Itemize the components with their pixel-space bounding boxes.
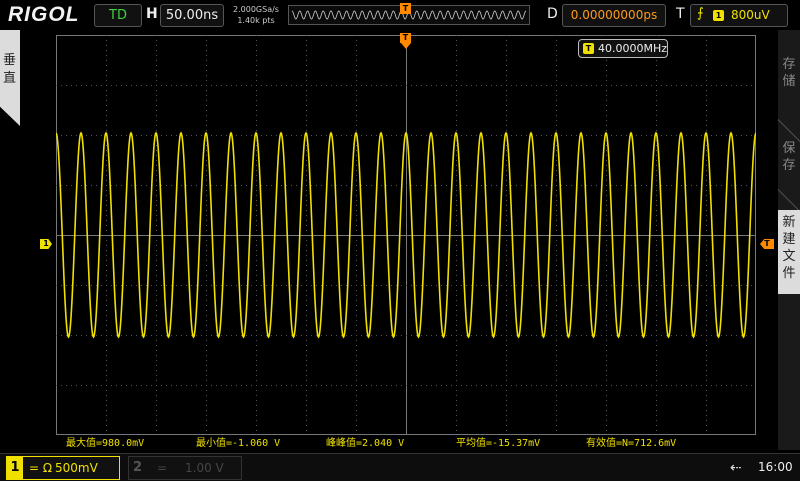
channel-1-coupling: = Ω [29, 461, 53, 475]
frequency-value: 40.0000MHz [598, 42, 668, 55]
top-status-bar: RIGOL TD H 50.00ns 2.000GSa/s 1.40k pts … [0, 0, 800, 30]
measurement-bar: 最大值=980.0mV 最小值=-1.060 V 峰峰值=2.040 V 平均值… [0, 436, 800, 452]
memory-depth: 1.40k pts [237, 16, 275, 25]
measurement-vpp: 峰峰值=2.040 V [326, 438, 405, 449]
sample-rate: 2.000GSa/s [233, 5, 279, 14]
waveform-grid-svg [56, 35, 756, 435]
graticule [56, 35, 756, 435]
rising-edge-icon: ⨍ [697, 6, 704, 21]
timebase-value[interactable]: 50.00ns [160, 4, 224, 27]
acquisition-info: 2.000GSa/s 1.40k pts [228, 4, 284, 26]
softkey-new-file[interactable]: 新建文件 [778, 210, 800, 294]
channel-2-tab[interactable]: 2 = 1.00 V [128, 456, 242, 480]
run-state-indicator[interactable]: TD [94, 4, 142, 27]
horizontal-delay-value[interactable]: 0.00000000ps [562, 4, 666, 27]
trigger-settings[interactable]: ⨍ 1 800uV [690, 4, 788, 27]
softkey-new-file-label: 新建文件 [782, 215, 796, 281]
bottom-status-bar: 1 = Ω 500mV 2 = 1.00 V ⇠ 16:00 [0, 453, 800, 481]
delay-label: D [547, 6, 558, 22]
channel-2-scale: 1.00 V [185, 461, 224, 475]
vertical-menu-tab[interactable]: 垂直 [0, 30, 20, 126]
frequency-badge: T [583, 43, 594, 54]
measurement-vrms: 有效值=N=712.6mV [586, 438, 677, 449]
measurement-vmin: 最小值=-1.060 V [196, 438, 281, 449]
trigger-time-marker[interactable]: T [400, 33, 411, 51]
trigger-frequency-counter: T 40.0000MHz [578, 39, 668, 58]
trigger-level: 800uV [731, 8, 770, 22]
channel-2-coupling: = [157, 461, 168, 475]
usb-icon: ⇠ [730, 460, 742, 476]
rigol-logo: RIGOL [8, 3, 80, 26]
ch1-offset-marker[interactable]: 1 [40, 239, 52, 249]
down-arrow-icon [401, 43, 411, 49]
timebase-label: H [146, 6, 158, 22]
trigger-position-top-marker: T [400, 3, 411, 14]
system-clock: 16:00 [758, 460, 793, 474]
channel-1-number: 1 [7, 457, 23, 479]
softkey-storage[interactable]: 存储 [782, 56, 796, 116]
vertical-menu-label: 垂直 [3, 53, 17, 86]
channel-1-tab[interactable]: 1 = Ω 500mV [6, 456, 120, 480]
measurement-vmax: 最大值=980.0mV [66, 438, 145, 449]
measurement-vavg: 平均值=-15.37mV [456, 438, 541, 449]
softkey-panel: 存储 保存 新建文件 [778, 30, 800, 450]
trigger-time-marker-label: T [400, 33, 411, 43]
trigger-level-marker[interactable]: T [760, 239, 774, 249]
trigger-label: T [676, 6, 685, 22]
softkey-divider [778, 119, 800, 142]
waveform-display[interactable] [56, 35, 756, 435]
channel-2-number: 2 [133, 460, 143, 475]
channel-1-scale: 500mV [55, 461, 98, 475]
softkey-divider [778, 189, 800, 212]
softkey-save[interactable]: 保存 [782, 140, 796, 180]
trigger-source-badge: 1 [713, 10, 724, 21]
